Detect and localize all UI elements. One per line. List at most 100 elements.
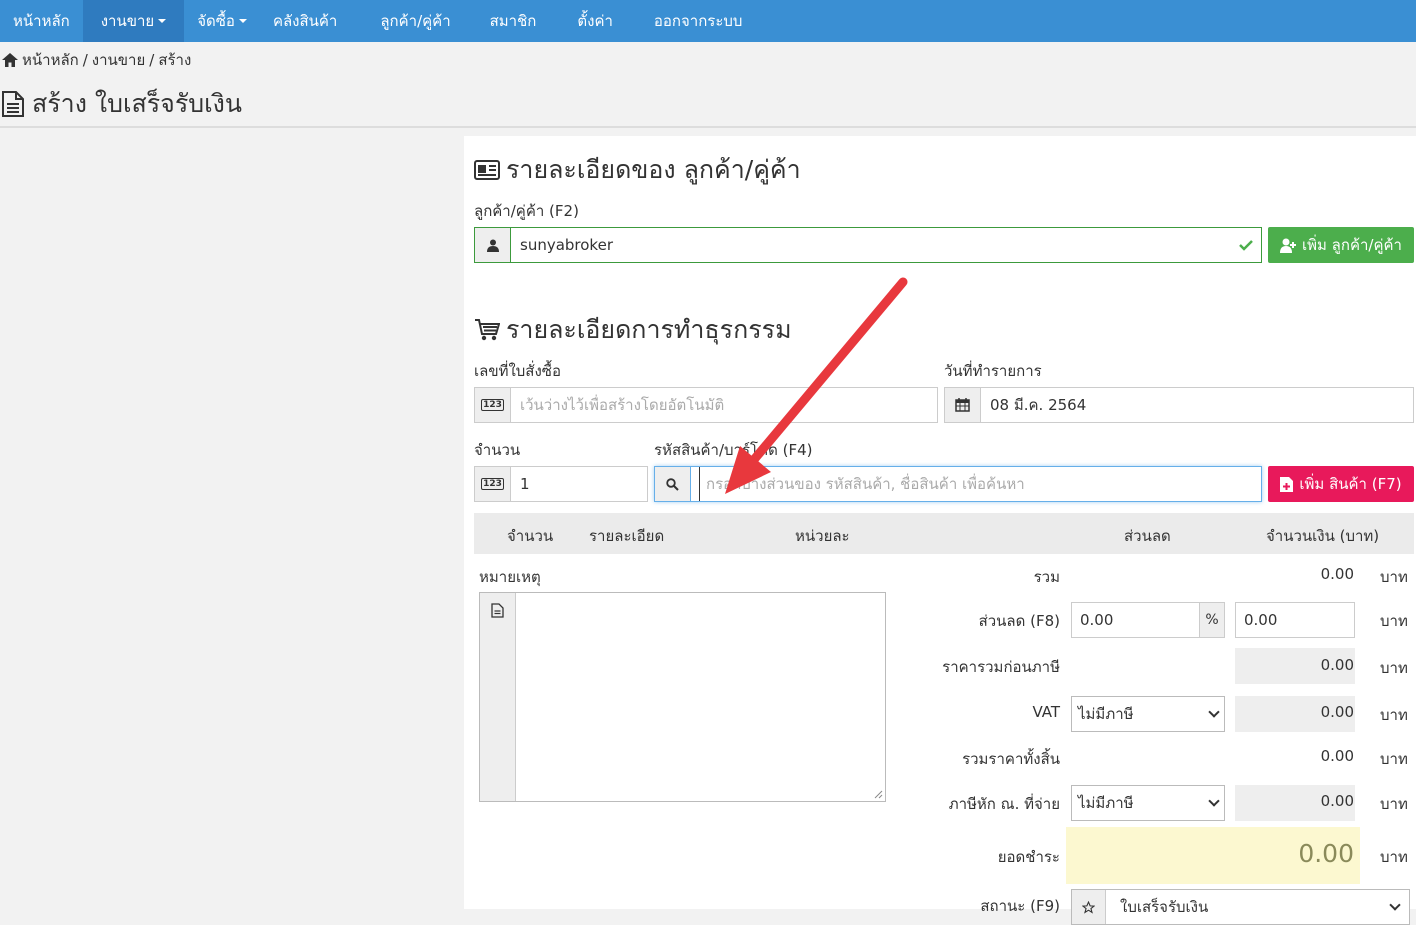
col-description: รายละเอียด <box>589 527 665 545</box>
pretax-label: ราคารวมก่อนภาษี <box>942 658 1060 676</box>
breadcrumb: หน้าหลัก / งานขาย / สร้าง <box>2 48 191 72</box>
order-no-placeholder: เว้นว่างไว้เพื่อสร้างโดยอัตโนมัติ <box>520 396 725 414</box>
transaction-section-heading: รายละเอียดการทำธุรกรรม <box>474 310 792 350</box>
chevron-down-icon <box>1208 795 1220 807</box>
star-icon <box>1072 890 1106 924</box>
title-divider <box>0 126 1416 128</box>
discount-amount-input[interactable]: 0.00 <box>1235 602 1355 638</box>
add-customer-label: เพิ่ม ลูกค้า/คู่ค้า <box>1302 236 1402 254</box>
withholding-tax-selected: ไม่มีภาษี <box>1078 794 1134 812</box>
nav-settings-label: ตั้งค่า <box>577 12 613 30</box>
nav-logout[interactable]: ออกจากระบบ <box>626 0 756 42</box>
breadcrumb-separator: / <box>82 51 88 69</box>
breadcrumb-separator: / <box>149 51 155 69</box>
discount-label: ส่วนลด (F8) <box>978 612 1060 630</box>
number-icon: 123 <box>475 388 511 422</box>
withholding-tax-select[interactable]: ไม่มีภาษี <box>1071 785 1225 821</box>
status-selected: ใบเสร็จรับเงิน <box>1120 898 1209 916</box>
customer-section-heading: รายละเอียดของ ลูกค้า/คู่ค้า <box>474 150 801 190</box>
resize-handle-icon[interactable] <box>874 790 883 799</box>
percent-addon: % <box>1199 602 1225 638</box>
breadcrumb-sales[interactable]: งานขาย <box>92 48 145 72</box>
qty-label: จำนวน <box>474 441 521 459</box>
status-select[interactable]: ใบเสร็จรับเงิน <box>1071 889 1410 925</box>
number-icon: 123 <box>475 467 511 501</box>
vat-label: VAT <box>1032 703 1060 721</box>
amount-due-value: 0.00 <box>1298 839 1354 868</box>
grand-total-value: 0.00 <box>1320 747 1354 765</box>
col-amount: จำนวนเงิน (บาท) <box>1266 527 1380 545</box>
product-search-input[interactable]: กรอกบางส่วนของ รหัสสินค้า, ชื่อสินค้า เพ… <box>654 466 1262 502</box>
order-no-input[interactable]: 123 เว้นว่างไว้เพื่อสร้างโดยอัตโนมัติ <box>474 387 938 423</box>
currency-label: บาท <box>1380 848 1408 866</box>
vat-value: 0.00 <box>1320 703 1354 721</box>
customer-section-title: รายละเอียดของ ลูกค้า/คู่ค้า <box>506 155 801 184</box>
caret-down-icon <box>158 19 167 23</box>
nav-logout-label: ออกจากระบบ <box>653 12 743 30</box>
search-icon <box>655 467 691 501</box>
file-plus-icon <box>1280 476 1294 492</box>
nav-settings[interactable]: ตั้งค่า <box>549 0 626 42</box>
date-label: วันที่ทำรายการ <box>944 362 1042 380</box>
nav-customers[interactable]: ลูกค้า/คู่ค้า <box>350 0 463 42</box>
withholding-tax-value: 0.00 <box>1320 792 1354 810</box>
nav-purchase[interactable]: จัดซื้อ <box>184 0 260 42</box>
currency-label: บาท <box>1380 659 1408 677</box>
date-value: 08 มี.ค. 2564 <box>990 396 1087 414</box>
currency-label: บาท <box>1380 750 1408 768</box>
product-label: รหัสสินค้า/บาร์โค้ด (F4) <box>654 441 813 459</box>
add-product-button[interactable]: เพิ่ม สินค้า (F7) <box>1268 466 1414 502</box>
customer-value: sunyabroker <box>520 236 613 254</box>
nav-sales[interactable]: งานขาย <box>82 0 185 42</box>
id-card-icon <box>474 160 500 180</box>
withholding-tax-label: ภาษีหัก ณ. ที่จ่าย <box>948 795 1060 813</box>
nav-members[interactable]: สมาชิก <box>464 0 550 42</box>
vat-selected: ไม่มีภาษี <box>1078 705 1134 723</box>
nav-home-label: หน้าหลัก <box>13 12 70 30</box>
nav-home[interactable]: หน้าหลัก <box>0 0 83 42</box>
nav-inventory-label: คลังสินค้า <box>272 12 338 30</box>
date-input[interactable]: 08 มี.ค. 2564 <box>944 387 1414 423</box>
page-title: สร้าง ใบเสร็จรับเงิน <box>2 84 242 124</box>
col-discount: ส่วนลด <box>1124 527 1171 545</box>
add-product-label: เพิ่ม สินค้า (F7) <box>1299 475 1402 493</box>
status-label: สถานะ (F9) <box>980 897 1060 915</box>
page-title-text: สร้าง ใบเสร็จรับเงิน <box>32 89 242 118</box>
qty-input[interactable]: 123 1 <box>474 466 648 502</box>
nav-sales-label: งานขาย <box>100 12 155 30</box>
user-plus-icon <box>1280 238 1297 253</box>
customer-input[interactable]: sunyabroker <box>474 227 1262 263</box>
total-label: รวม <box>1033 568 1060 586</box>
nav-customers-label: ลูกค้า/คู่ค้า <box>380 12 451 30</box>
currency-label: บาท <box>1380 568 1408 586</box>
qty-value: 1 <box>520 475 530 493</box>
vat-select[interactable]: ไม่มีภาษี <box>1071 696 1225 732</box>
breadcrumb-home[interactable]: หน้าหลัก <box>22 48 79 72</box>
product-search-placeholder: กรอกบางส่วนของ รหัสสินค้า, ชื่อสินค้า เพ… <box>699 467 1261 501</box>
caret-down-icon <box>238 19 247 23</box>
notes-label: หมายเหตุ <box>479 568 541 586</box>
discount-percent-input[interactable]: 0.00 <box>1071 602 1200 638</box>
items-table-header: จำนวน รายละเอียด หน่วยละ ส่วนลด จำนวนเงิ… <box>474 513 1414 554</box>
order-no-label: เลขที่ใบสั่งซื้อ <box>474 362 561 380</box>
amount-due-label: ยอดชำระ <box>997 848 1060 866</box>
currency-label: บาท <box>1380 612 1408 630</box>
nav-members-label: สมาชิก <box>489 12 537 30</box>
check-icon <box>1231 228 1261 262</box>
user-icon <box>475 228 511 262</box>
document-icon <box>2 91 24 117</box>
shopping-cart-icon <box>475 319 500 341</box>
top-navbar: หน้าหลัก งานขาย จัดซื้อ คลังสินค้า ลูกค้… <box>0 0 1416 42</box>
transaction-section-title: รายละเอียดการทำธุรกรรม <box>506 315 792 344</box>
add-customer-button[interactable]: เพิ่ม ลูกค้า/คู่ค้า <box>1268 227 1414 263</box>
currency-label: บาท <box>1380 795 1408 813</box>
nav-inventory[interactable]: คลังสินค้า <box>260 0 350 42</box>
chevron-down-icon <box>1208 706 1220 718</box>
home-icon <box>2 53 18 67</box>
nav-purchase-label: จัดซื้อ <box>197 12 235 30</box>
breadcrumb-create: สร้าง <box>158 51 192 69</box>
notes-textarea[interactable] <box>479 592 886 802</box>
currency-label: บาท <box>1380 706 1408 724</box>
total-value: 0.00 <box>1320 565 1354 583</box>
grand-total-label: รวมราคาทั้งสิ้น <box>962 750 1060 768</box>
